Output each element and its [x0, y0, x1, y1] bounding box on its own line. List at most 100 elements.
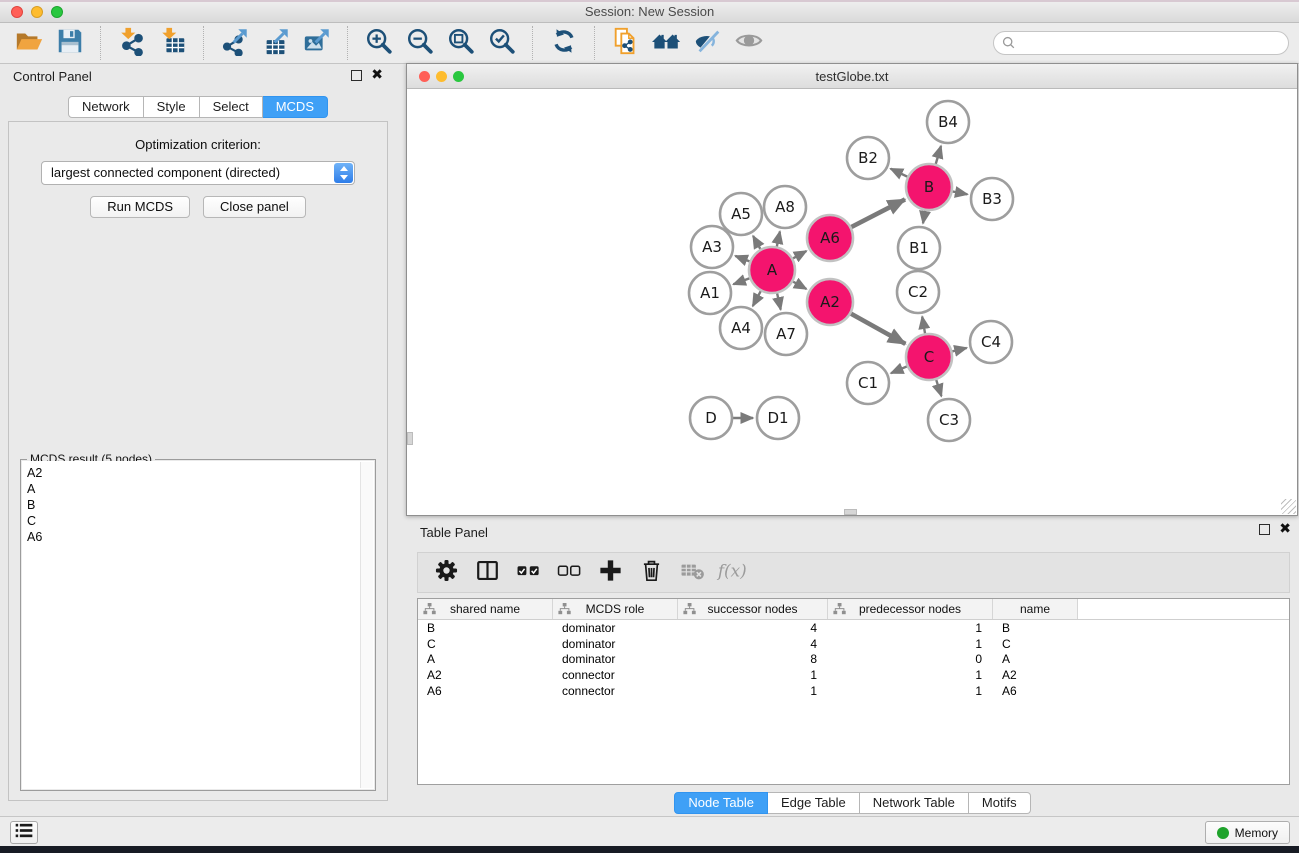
- table-cell[interactable]: dominator: [553, 637, 678, 651]
- tab-edge-table[interactable]: Edge Table: [768, 792, 860, 814]
- table-cell[interactable]: 1: [678, 668, 828, 682]
- graph-node-B1[interactable]: B1: [898, 227, 940, 269]
- settings-gear-button[interactable]: [427, 555, 465, 591]
- column-header-name[interactable]: name: [993, 599, 1078, 619]
- table-cell[interactable]: A2: [418, 668, 553, 682]
- table-cell[interactable]: A6: [418, 684, 553, 698]
- table-cell[interactable]: B: [993, 621, 1078, 635]
- run-mcds-button[interactable]: Run MCDS: [90, 196, 190, 218]
- hide-graphics-details-button[interactable]: [687, 25, 728, 61]
- column-header-predecessor-nodes[interactable]: predecessor nodes: [828, 599, 993, 619]
- mcds-result-item[interactable]: B: [27, 497, 374, 513]
- close-table-panel-icon[interactable]: ✖: [1279, 524, 1291, 535]
- table-cell[interactable]: connector: [553, 684, 678, 698]
- add-column-button[interactable]: [591, 555, 629, 591]
- table-cell[interactable]: C: [418, 637, 553, 651]
- show-columns-button[interactable]: [468, 555, 506, 591]
- column-header-mcds-role[interactable]: MCDS role: [553, 599, 678, 619]
- network-window-zoom-button[interactable]: [453, 71, 464, 82]
- mcds-result-item[interactable]: A6: [27, 529, 374, 545]
- zoom-fit-button[interactable]: [440, 25, 481, 61]
- graph-node-A4[interactable]: A4: [720, 307, 762, 349]
- graph-node-B[interactable]: B: [906, 164, 952, 210]
- graph-node-C4[interactable]: C4: [970, 321, 1012, 363]
- column-header-successor-nodes[interactable]: successor nodes: [678, 599, 828, 619]
- open-network-file-button[interactable]: [605, 25, 646, 61]
- table-cell[interactable]: 1: [828, 668, 993, 682]
- graph-node-B2[interactable]: B2: [847, 137, 889, 179]
- float-panel-icon[interactable]: [351, 70, 362, 81]
- window-minimize-button[interactable]: [31, 6, 43, 18]
- table-row[interactable]: Bdominator41B: [418, 620, 1289, 636]
- float-table-panel-icon[interactable]: [1259, 524, 1270, 535]
- import-network-button[interactable]: [111, 25, 152, 61]
- refresh-button[interactable]: [543, 25, 584, 61]
- table-cell[interactable]: B: [418, 621, 553, 635]
- table-cell[interactable]: 4: [678, 637, 828, 651]
- table-row[interactable]: Adominator80A: [418, 652, 1289, 668]
- table-cell[interactable]: dominator: [553, 621, 678, 635]
- tab-node-table[interactable]: Node Table: [674, 792, 768, 814]
- window-close-button[interactable]: [11, 6, 23, 18]
- delete-column-button[interactable]: [632, 555, 670, 591]
- table-cell[interactable]: A: [418, 652, 553, 666]
- open-folder-button[interactable]: [8, 25, 49, 61]
- graph-node-B4[interactable]: B4: [927, 101, 969, 143]
- save-button[interactable]: [49, 25, 90, 61]
- table-cell[interactable]: 1: [828, 684, 993, 698]
- table-row[interactable]: A2connector11A2: [418, 667, 1289, 683]
- birds-eye-view-button[interactable]: [728, 25, 769, 61]
- table-cell[interactable]: 1: [678, 684, 828, 698]
- network-window-close-button[interactable]: [419, 71, 430, 82]
- optimization-criterion-select[interactable]: largest connected component (directed): [41, 161, 355, 185]
- zoom-in-button[interactable]: [358, 25, 399, 61]
- tab-network-table[interactable]: Network Table: [860, 792, 969, 814]
- table-cell[interactable]: dominator: [553, 652, 678, 666]
- graph-node-B3[interactable]: B3: [971, 178, 1013, 220]
- table-cell[interactable]: 0: [828, 652, 993, 666]
- graph-node-D1[interactable]: D1: [757, 397, 799, 439]
- zoom-out-button[interactable]: [399, 25, 440, 61]
- graph-node-A2[interactable]: A2: [807, 279, 853, 325]
- canvas-bottom-handle[interactable]: [844, 509, 857, 515]
- window-resize-grip[interactable]: [1281, 499, 1296, 514]
- export-table-button[interactable]: [255, 25, 296, 61]
- network-window-minimize-button[interactable]: [436, 71, 447, 82]
- home-button[interactable]: [646, 25, 687, 61]
- zoom-selected-button[interactable]: [481, 25, 522, 61]
- table-cell[interactable]: C: [993, 637, 1078, 651]
- deselect-all-columns-button[interactable]: [550, 555, 588, 591]
- graph-node-C[interactable]: C: [906, 334, 952, 380]
- graph-node-C1[interactable]: C1: [847, 362, 889, 404]
- graph-node-A8[interactable]: A8: [764, 186, 806, 228]
- result-list-scrollbar[interactable]: [360, 462, 373, 788]
- table-cell[interactable]: A2: [993, 668, 1078, 682]
- mcds-result-list[interactable]: A2ABCA6: [22, 461, 374, 789]
- table-cell[interactable]: 1: [828, 621, 993, 635]
- mcds-result-item[interactable]: A2: [27, 465, 374, 481]
- close-panel-button[interactable]: Close panel: [203, 196, 306, 218]
- table-cell[interactable]: 8: [678, 652, 828, 666]
- graph-node-C2[interactable]: C2: [897, 271, 939, 313]
- search-input[interactable]: [993, 31, 1289, 55]
- table-cell[interactable]: connector: [553, 668, 678, 682]
- tab-select[interactable]: Select: [200, 96, 263, 118]
- memory-button[interactable]: Memory: [1205, 821, 1290, 844]
- graph-node-A7[interactable]: A7: [765, 313, 807, 355]
- table-row[interactable]: Cdominator41C: [418, 636, 1289, 652]
- graph-node-A6[interactable]: A6: [807, 215, 853, 261]
- table-row[interactable]: A6connector11A6: [418, 683, 1289, 699]
- export-network-button[interactable]: [214, 25, 255, 61]
- select-all-columns-button[interactable]: [509, 555, 547, 591]
- window-zoom-button[interactable]: [51, 6, 63, 18]
- show-panels-button[interactable]: [10, 821, 38, 844]
- graph-node-D[interactable]: D: [690, 397, 732, 439]
- graph-node-A[interactable]: A: [749, 247, 795, 293]
- graph-node-A5[interactable]: A5: [720, 193, 762, 235]
- export-image-button[interactable]: [296, 25, 337, 61]
- close-panel-icon[interactable]: ✖: [371, 70, 383, 81]
- table-cell[interactable]: A: [993, 652, 1078, 666]
- tab-mcds[interactable]: MCDS: [263, 96, 328, 118]
- table-cell[interactable]: 1: [828, 637, 993, 651]
- tab-network[interactable]: Network: [68, 96, 144, 118]
